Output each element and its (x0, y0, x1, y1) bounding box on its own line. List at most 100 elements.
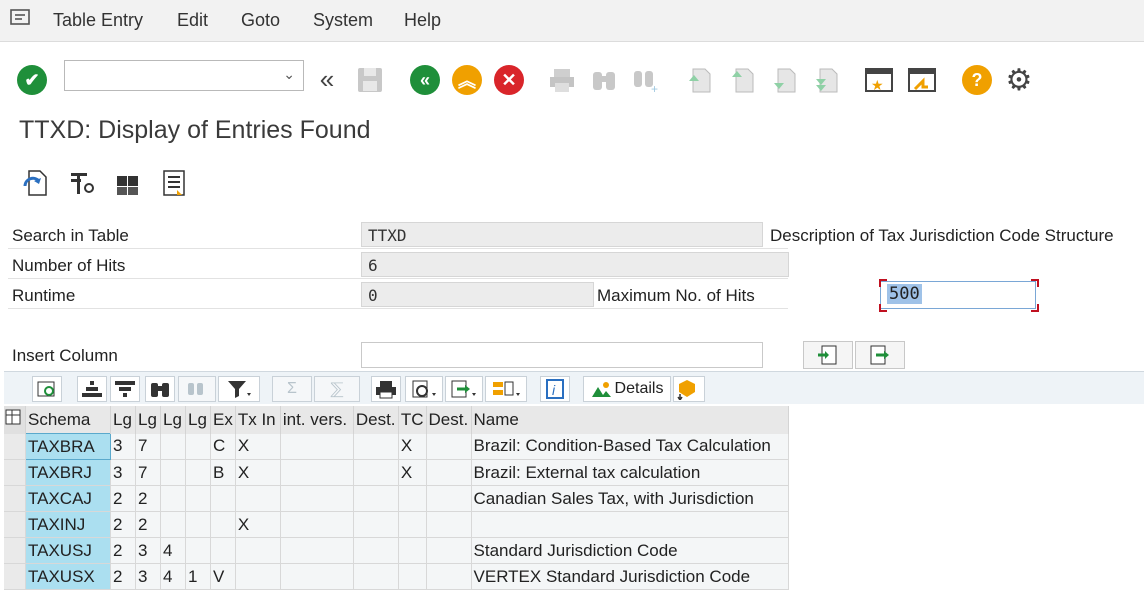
table-cell[interactable]: V (210, 563, 236, 590)
table-cell[interactable] (398, 537, 427, 564)
name-cell[interactable] (471, 511, 789, 538)
table-row[interactable]: TAXBRJ 3 7 B X X Brazil: External tax calculat… (4, 459, 789, 486)
collapse-command-icon[interactable]: « (311, 63, 343, 95)
column-header[interactable]: Lg (135, 406, 161, 434)
details-button[interactable]: Details (583, 376, 671, 402)
table-cell[interactable] (235, 563, 281, 590)
menu-goto[interactable]: Goto (241, 10, 280, 31)
table-cell[interactable] (353, 537, 399, 564)
row-selector[interactable] (4, 485, 26, 512)
name-cell[interactable]: Brazil: Condition-Based Tax Calculation (471, 433, 789, 460)
column-header[interactable]: int. vers. (280, 406, 354, 434)
table-cell[interactable] (280, 485, 354, 512)
row-selector[interactable] (4, 511, 26, 538)
table-row[interactable]: TAXUSJ 2 3 4 Standard Jurisdiction Code (4, 537, 789, 564)
column-header[interactable]: Lg (160, 406, 186, 434)
sort-descending-button[interactable] (110, 376, 140, 402)
maximum-hits-input[interactable]: 500 (880, 281, 1036, 309)
table-cell[interactable] (426, 485, 472, 512)
more-options-button[interactable] (673, 376, 705, 402)
table-cell[interactable]: 7 (135, 433, 161, 460)
filter-button[interactable] (218, 376, 260, 402)
table-cell[interactable]: 7 (135, 459, 161, 486)
column-header[interactable]: TC (398, 406, 427, 434)
table-cell[interactable] (426, 459, 472, 486)
table-cell[interactable]: X (235, 433, 281, 460)
save-button[interactable] (354, 64, 386, 96)
details-view-button[interactable] (32, 376, 62, 402)
previous-page-button[interactable] (727, 64, 759, 96)
table-cell[interactable] (353, 485, 399, 512)
sap-menu-icon[interactable] (10, 9, 32, 32)
schema-cell[interactable]: TAXUSX (25, 563, 111, 590)
create-session-button[interactable]: ★ (863, 64, 895, 96)
name-cell[interactable]: Brazil: External tax calculation (471, 459, 789, 486)
table-row[interactable]: TAXUSX 2 3 4 1 V VERTEX Standard Jurisdiction … (4, 563, 789, 590)
table-cell[interactable]: B (210, 459, 236, 486)
table-cell[interactable] (160, 433, 186, 460)
chevron-down-icon[interactable]: ⌄ (283, 66, 295, 83)
column-header[interactable]: Schema (25, 406, 111, 434)
schema-cell[interactable]: TAXINJ (25, 511, 111, 538)
table-cell[interactable] (235, 485, 281, 512)
cancel-button[interactable]: ✕ (493, 64, 525, 96)
subtotal-button[interactable]: ⅀ (314, 376, 360, 402)
table-cell[interactable] (280, 537, 354, 564)
menu-edit[interactable]: Edit (177, 10, 208, 31)
components-button[interactable] (112, 166, 144, 200)
table-cell[interactable] (353, 459, 399, 486)
column-header[interactable]: Tx In (235, 406, 281, 434)
column-header[interactable]: Dest. (353, 406, 399, 434)
table-cell[interactable]: 3 (135, 537, 161, 564)
table-row[interactable]: TAXBRA 3 7 C X X Brazil: Condition-Based Tax C… (4, 433, 789, 460)
table-cell[interactable] (235, 537, 281, 564)
table-cell[interactable]: 3 (110, 459, 136, 486)
column-header[interactable]: Dest. (426, 406, 472, 434)
schema-cell[interactable]: TAXCAJ (25, 485, 111, 512)
column-header[interactable]: Lg (185, 406, 211, 434)
table-cell[interactable] (185, 537, 211, 564)
total-button[interactable]: Σ (272, 376, 312, 402)
table-cell[interactable]: 2 (135, 485, 161, 512)
display-list-button[interactable] (158, 166, 190, 200)
information-button[interactable]: i (540, 376, 570, 402)
layout-button[interactable] (485, 376, 527, 402)
table-cell[interactable] (185, 433, 211, 460)
menu-help[interactable]: Help (404, 10, 441, 31)
table-cell[interactable] (398, 563, 427, 590)
schema-cell[interactable]: TAXBRJ (25, 459, 111, 486)
table-cell[interactable] (210, 485, 236, 512)
insert-column-button[interactable] (803, 341, 853, 369)
table-cell[interactable]: 3 (135, 563, 161, 590)
selection-criteria-button[interactable] (66, 166, 98, 200)
table-cell[interactable] (353, 433, 399, 460)
table-cell[interactable] (398, 485, 427, 512)
table-cell[interactable]: X (235, 511, 281, 538)
table-cell[interactable] (210, 511, 236, 538)
table-cell[interactable]: C (210, 433, 236, 460)
table-cell[interactable]: 2 (110, 563, 136, 590)
table-cell[interactable]: X (398, 459, 427, 486)
command-field[interactable]: ⌄ (64, 60, 304, 91)
table-cell[interactable]: 4 (160, 563, 186, 590)
insert-column-input[interactable] (361, 342, 763, 368)
column-header[interactable]: Name (471, 406, 789, 434)
table-cell[interactable] (398, 511, 427, 538)
table-cell[interactable]: 4 (160, 537, 186, 564)
table-cell[interactable] (426, 511, 472, 538)
table-cell[interactable] (353, 563, 399, 590)
table-cell[interactable] (210, 537, 236, 564)
name-cell[interactable]: Canadian Sales Tax, with Jurisdiction (471, 485, 789, 512)
export-button[interactable] (445, 376, 483, 402)
back-button[interactable]: « (409, 64, 441, 96)
table-cell[interactable]: X (398, 433, 427, 460)
table-cell[interactable]: 2 (110, 537, 136, 564)
menu-system[interactable]: System (313, 10, 373, 31)
table-cell[interactable]: 3 (110, 433, 136, 460)
shortcut-button[interactable] (906, 64, 938, 96)
append-column-button[interactable] (855, 341, 905, 369)
table-cell[interactable] (280, 433, 354, 460)
exit-button[interactable]: ︽ (451, 64, 483, 96)
find-table-button[interactable] (145, 376, 175, 402)
table-cell[interactable] (280, 511, 354, 538)
